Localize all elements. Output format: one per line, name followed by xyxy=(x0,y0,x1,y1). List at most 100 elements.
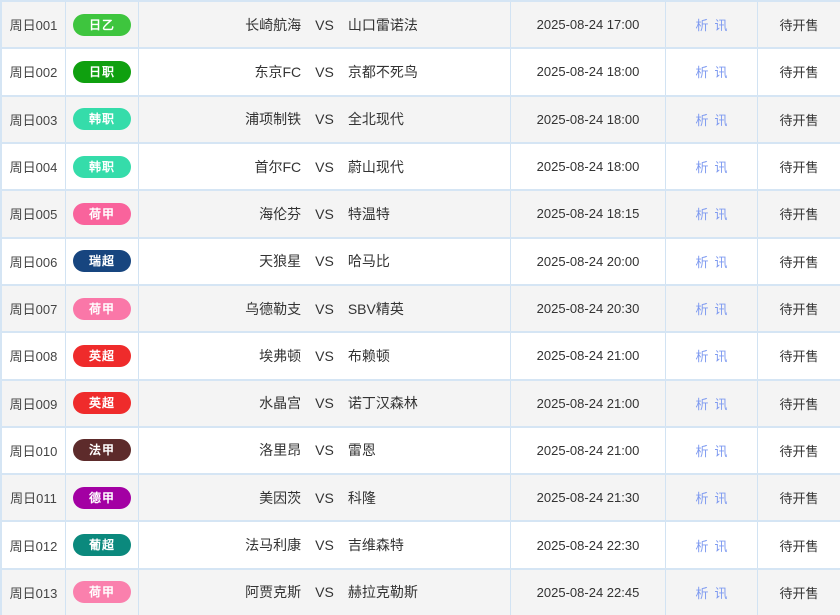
match-row: 周日011 德甲 美因茨 VS 科隆 2025-08-24 21:30 析 讯 … xyxy=(2,475,840,522)
info-link[interactable]: 讯 xyxy=(715,157,728,176)
info-link[interactable]: 讯 xyxy=(715,441,728,460)
match-row: 周日005 荷甲 海伦芬 VS 特温特 2025-08-24 18:15 析 讯… xyxy=(2,191,840,238)
league-badge: 荷甲 xyxy=(73,298,131,320)
league-badge: 英超 xyxy=(73,345,131,367)
sale-status: 待开售 xyxy=(758,97,840,142)
match-code: 周日003 xyxy=(2,97,66,142)
match-row: 周日003 韩职 浦项制铁 VS 全北现代 2025-08-24 18:00 析… xyxy=(2,97,840,144)
league-cell: 日职 xyxy=(66,49,139,94)
match-time: 2025-08-24 18:00 xyxy=(511,49,666,94)
match-code: 周日002 xyxy=(2,49,66,94)
league-cell: 韩职 xyxy=(66,144,139,189)
match-row: 周日002 日职 东京FC VS 京都不死鸟 2025-08-24 18:00 … xyxy=(2,49,840,96)
analysis-link[interactable]: 析 xyxy=(695,583,708,602)
league-cell: 韩职 xyxy=(66,97,139,142)
match-table-body: 周日001 日乙 长崎航海 VS 山口雷诺法 2025-08-24 17:00 … xyxy=(2,2,840,615)
vs-label: VS xyxy=(315,64,334,80)
vs-label: VS xyxy=(315,17,334,33)
league-badge: 葡超 xyxy=(73,534,131,556)
info-link[interactable]: 讯 xyxy=(715,299,728,318)
away-team: 吉维森特 xyxy=(348,535,510,555)
analysis-link[interactable]: 析 xyxy=(695,204,708,223)
analysis-link[interactable]: 析 xyxy=(695,441,708,460)
league-badge: 瑞超 xyxy=(73,250,131,272)
links-cell: 析 讯 xyxy=(666,239,758,284)
analysis-link[interactable]: 析 xyxy=(695,394,708,413)
analysis-link[interactable]: 析 xyxy=(695,15,708,34)
match-time: 2025-08-24 18:00 xyxy=(511,97,666,142)
match-row: 周日010 法甲 洛里昂 VS 雷恩 2025-08-24 21:00 析 讯 … xyxy=(2,428,840,475)
teams-cell: 法马利康 VS 吉维森特 xyxy=(139,522,511,567)
league-cell: 荷甲 xyxy=(66,191,139,236)
links-cell: 析 讯 xyxy=(666,333,758,378)
links-cell: 析 讯 xyxy=(666,97,758,142)
analysis-link[interactable]: 析 xyxy=(695,157,708,176)
league-cell: 荷甲 xyxy=(66,286,139,331)
league-cell: 德甲 xyxy=(66,475,139,520)
vs-label: VS xyxy=(315,301,334,317)
analysis-link[interactable]: 析 xyxy=(695,536,708,555)
away-team: SBV精英 xyxy=(348,299,510,319)
links-cell: 析 讯 xyxy=(666,144,758,189)
info-link[interactable]: 讯 xyxy=(715,62,728,81)
info-link[interactable]: 讯 xyxy=(715,346,728,365)
home-team: 水晶宫 xyxy=(139,393,301,413)
match-time: 2025-08-24 20:00 xyxy=(511,239,666,284)
links-cell: 析 讯 xyxy=(666,381,758,426)
home-team: 埃弗顿 xyxy=(139,346,301,366)
links-cell: 析 讯 xyxy=(666,475,758,520)
league-cell: 瑞超 xyxy=(66,239,139,284)
sale-status: 待开售 xyxy=(758,191,840,236)
away-team: 赫拉克勒斯 xyxy=(348,582,510,602)
home-team: 美因茨 xyxy=(139,488,301,508)
vs-label: VS xyxy=(315,584,334,600)
info-link[interactable]: 讯 xyxy=(715,15,728,34)
analysis-link[interactable]: 析 xyxy=(695,488,708,507)
league-cell: 英超 xyxy=(66,333,139,378)
league-badge: 日乙 xyxy=(73,14,131,36)
sale-status: 待开售 xyxy=(758,333,840,378)
links-cell: 析 讯 xyxy=(666,191,758,236)
home-team: 海伦芬 xyxy=(139,204,301,224)
sale-status: 待开售 xyxy=(758,286,840,331)
info-link[interactable]: 讯 xyxy=(715,252,728,271)
analysis-link[interactable]: 析 xyxy=(695,62,708,81)
sale-status: 待开售 xyxy=(758,570,840,615)
home-team: 浦项制铁 xyxy=(139,109,301,129)
match-row: 周日013 荷甲 阿贾克斯 VS 赫拉克勒斯 2025-08-24 22:45 … xyxy=(2,570,840,615)
info-link[interactable]: 讯 xyxy=(715,110,728,129)
vs-label: VS xyxy=(315,159,334,175)
home-team: 天狼星 xyxy=(139,251,301,271)
league-cell: 葡超 xyxy=(66,522,139,567)
info-link[interactable]: 讯 xyxy=(715,204,728,223)
info-link[interactable]: 讯 xyxy=(715,583,728,602)
match-row: 周日008 英超 埃弗顿 VS 布赖顿 2025-08-24 21:00 析 讯… xyxy=(2,333,840,380)
sale-status: 待开售 xyxy=(758,522,840,567)
away-team: 雷恩 xyxy=(348,440,510,460)
teams-cell: 天狼星 VS 哈马比 xyxy=(139,239,511,284)
vs-label: VS xyxy=(315,537,334,553)
info-link[interactable]: 讯 xyxy=(715,394,728,413)
links-cell: 析 讯 xyxy=(666,570,758,615)
sale-status: 待开售 xyxy=(758,381,840,426)
links-cell: 析 讯 xyxy=(666,2,758,47)
sale-status: 待开售 xyxy=(758,49,840,94)
match-time: 2025-08-24 21:00 xyxy=(511,428,666,473)
analysis-link[interactable]: 析 xyxy=(695,252,708,271)
info-link[interactable]: 讯 xyxy=(715,536,728,555)
home-team: 长崎航海 xyxy=(139,15,301,35)
away-team: 科隆 xyxy=(348,488,510,508)
info-link[interactable]: 讯 xyxy=(715,488,728,507)
match-time: 2025-08-24 21:30 xyxy=(511,475,666,520)
analysis-link[interactable]: 析 xyxy=(695,110,708,129)
match-time: 2025-08-24 21:00 xyxy=(511,333,666,378)
teams-cell: 乌德勒支 VS SBV精英 xyxy=(139,286,511,331)
league-cell: 荷甲 xyxy=(66,570,139,615)
league-badge: 法甲 xyxy=(73,439,131,461)
league-badge: 日职 xyxy=(73,61,131,83)
league-badge: 荷甲 xyxy=(73,581,131,603)
league-cell: 日乙 xyxy=(66,2,139,47)
analysis-link[interactable]: 析 xyxy=(695,299,708,318)
match-code: 周日007 xyxy=(2,286,66,331)
analysis-link[interactable]: 析 xyxy=(695,346,708,365)
